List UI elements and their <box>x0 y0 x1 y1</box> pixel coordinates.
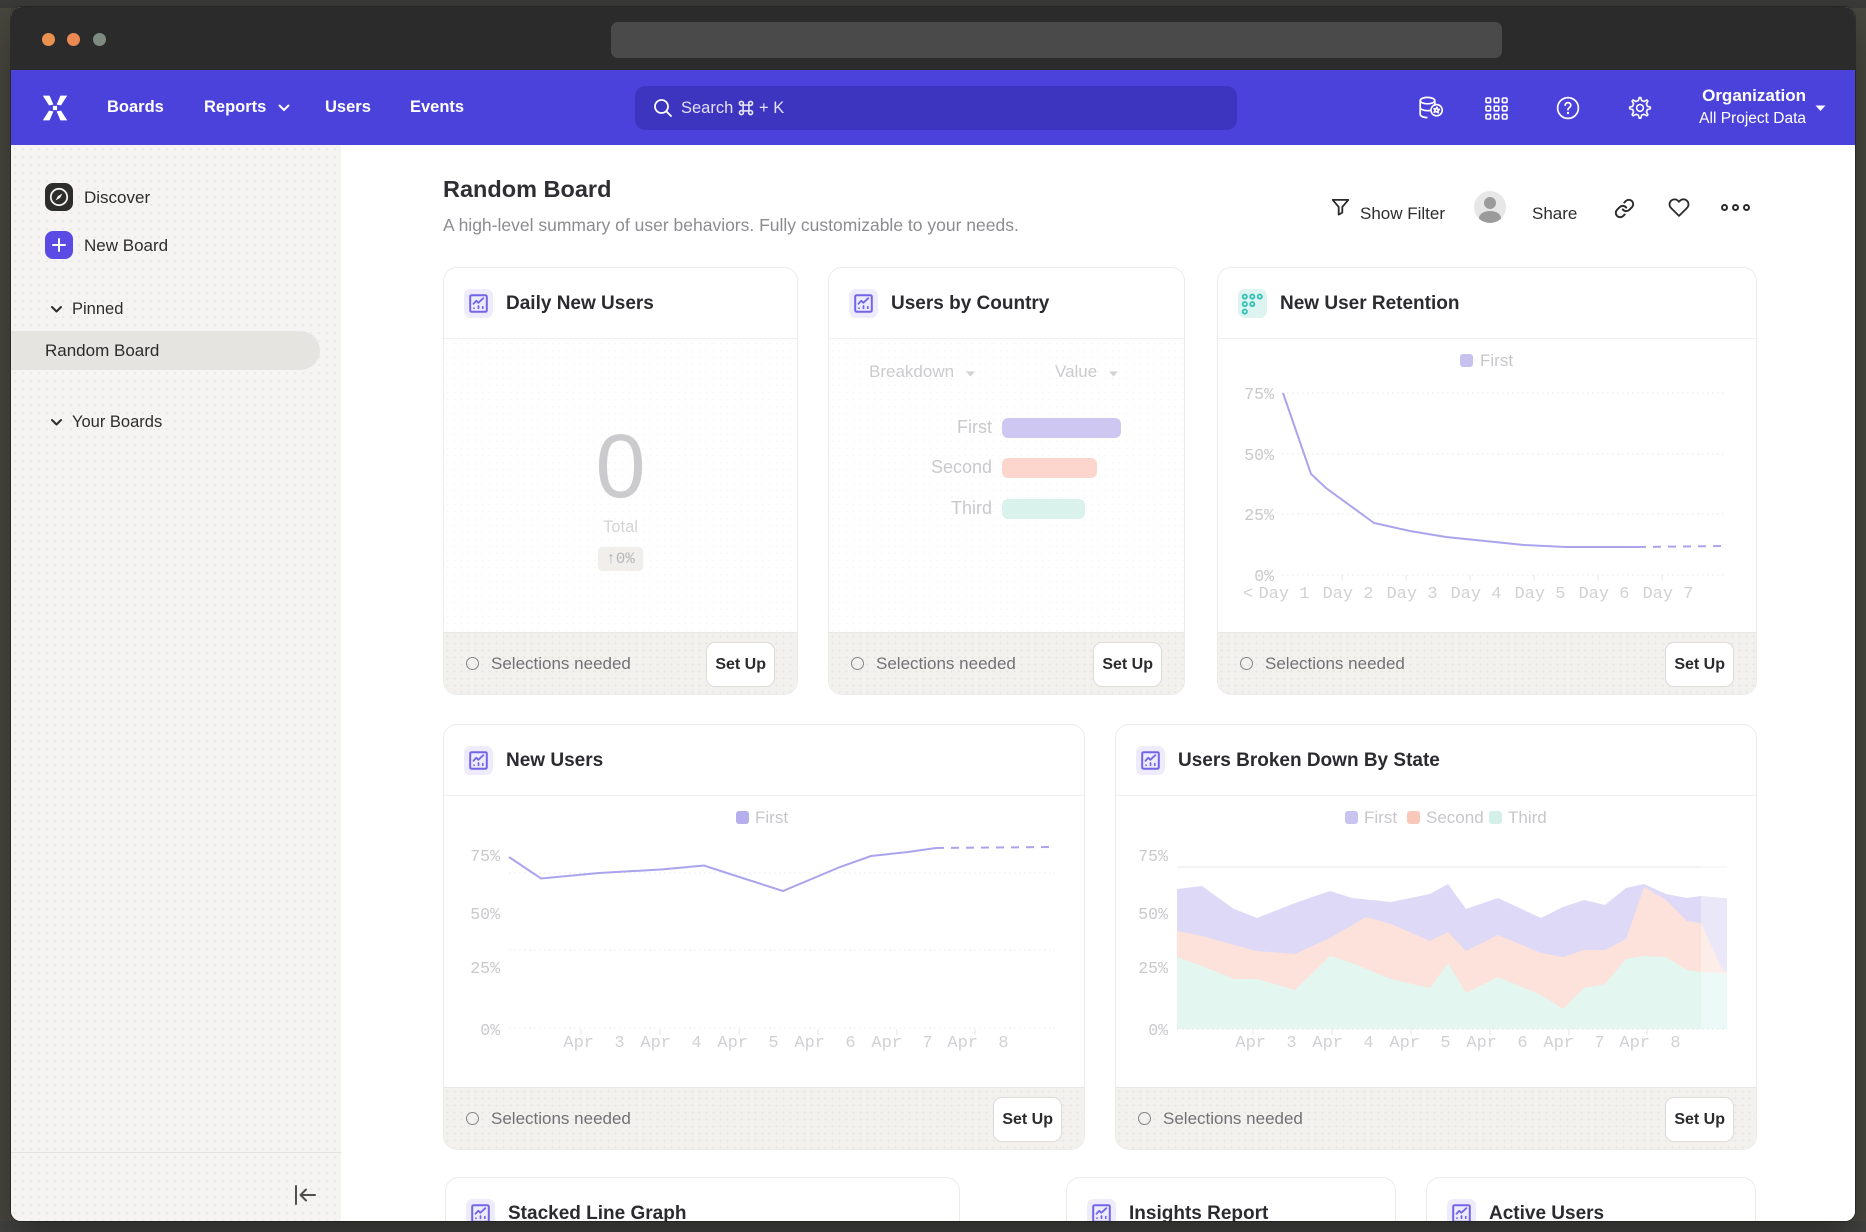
svg-text:25%: 25% <box>1244 506 1274 525</box>
svg-text:75%: 75% <box>1244 385 1274 404</box>
svg-text:Apr 5: Apr 5 <box>717 1034 778 1053</box>
svg-text:Day 1: Day 1 <box>1258 585 1309 604</box>
svg-text:Apr 7: Apr 7 <box>871 1034 932 1053</box>
svg-text:Apr 3: Apr 3 <box>563 1034 624 1053</box>
svg-text:Apr 5: Apr 5 <box>1389 1034 1450 1053</box>
svg-text:<: < <box>1243 585 1253 604</box>
svg-text:First: First <box>1364 808 1397 827</box>
svg-text:Second: Second <box>1426 808 1484 827</box>
svg-text:50%: 50% <box>1138 905 1168 924</box>
svg-text:50%: 50% <box>470 905 500 924</box>
svg-text:First: First <box>1480 351 1513 370</box>
svg-text:Day 5: Day 5 <box>1514 585 1565 604</box>
svg-text:75%: 75% <box>470 847 500 866</box>
svg-text:Apr 6: Apr 6 <box>794 1034 855 1053</box>
svg-text:0%: 0% <box>1148 1021 1168 1040</box>
svg-text:75%: 75% <box>1138 847 1168 866</box>
svg-text:Day 3: Day 3 <box>1386 585 1437 604</box>
svg-text:Day 2: Day 2 <box>1322 585 1373 604</box>
svg-text:Apr 7: Apr 7 <box>1543 1034 1604 1053</box>
svg-text:Apr 3: Apr 3 <box>1235 1034 1296 1053</box>
svg-text:Apr 8: Apr 8 <box>1619 1034 1680 1053</box>
svg-text:0%: 0% <box>480 1021 500 1040</box>
svg-text:25%: 25% <box>470 959 500 978</box>
svg-text:Apr 4: Apr 4 <box>1312 1034 1373 1053</box>
svg-text:Day 7: Day 7 <box>1642 585 1693 604</box>
svg-text:Day 4: Day 4 <box>1450 585 1501 604</box>
svg-text:0%: 0% <box>1254 567 1274 586</box>
svg-text:50%: 50% <box>1244 446 1274 465</box>
svg-text:Apr 8: Apr 8 <box>947 1034 1008 1053</box>
svg-text:25%: 25% <box>1138 959 1168 978</box>
svg-text:First: First <box>755 808 788 827</box>
svg-text:Day 6: Day 6 <box>1578 585 1629 604</box>
svg-text:Apr 4: Apr 4 <box>640 1034 701 1053</box>
svg-text:Apr 6: Apr 6 <box>1466 1034 1527 1053</box>
svg-text:Third: Third <box>1508 808 1547 827</box>
